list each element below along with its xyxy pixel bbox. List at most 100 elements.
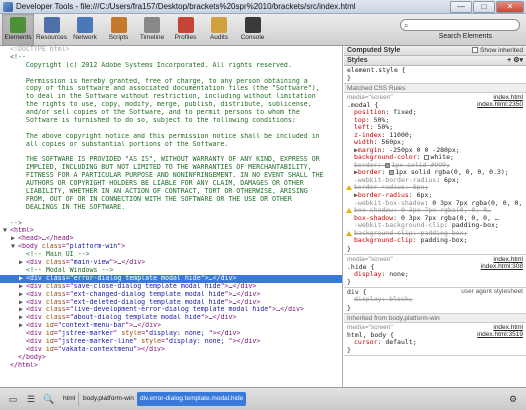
dom-node[interactable]: ▶ <div id="context-menu-bar">…</div> bbox=[0, 322, 342, 330]
tab-audits[interactable]: Audits bbox=[203, 14, 235, 46]
dom-node[interactable]: ▶ <div class="live-development-error-dial… bbox=[0, 306, 342, 314]
breadcrumb-html[interactable]: html bbox=[60, 392, 80, 406]
css-property[interactable]: display: block; bbox=[344, 296, 526, 304]
css-property[interactable]: -webkit-box-shadow: 0 3px 7px rgba(0, 0,… bbox=[344, 200, 526, 208]
dom-node[interactable]: Copyright (c) 2012 Adobe Systems Incorpo… bbox=[0, 62, 342, 70]
dom-node[interactable]: ▶ <div class="ext-changed-dialog template… bbox=[0, 291, 342, 299]
dom-node[interactable]: <!-- Modal Windows --> bbox=[0, 267, 342, 275]
dom-node[interactable]: ▶ <div class="main-view">…</div> bbox=[0, 259, 342, 267]
css-property[interactable]: z-index: 11000; bbox=[344, 132, 526, 140]
dom-node[interactable]: LIABILITY, WHETHER IN AN ACTION OF CONTR… bbox=[0, 188, 342, 196]
dom-node[interactable]: <!DOCTYPE html> bbox=[0, 46, 342, 54]
elements-tree[interactable]: <!DOCTYPE html> <!-- Copyright (c) 2012 A… bbox=[0, 46, 343, 387]
tab-elements[interactable]: Elements bbox=[2, 14, 34, 46]
breadcrumb-selected-div[interactable]: div.error-dialog.template.modal.hide bbox=[137, 392, 247, 406]
minimize-button[interactable]: — bbox=[450, 0, 472, 13]
css-property[interactable]: top: 50%; bbox=[344, 117, 526, 125]
dom-node[interactable]: Permission is hereby granted, free of ch… bbox=[0, 78, 342, 86]
css-property[interactable]: ▶margin: -250px 0 0 -280px; bbox=[344, 147, 526, 155]
dom-node[interactable]: <!-- bbox=[0, 54, 342, 62]
dom-node[interactable]: FROM, OUT OF OR IN CONNECTION WITH THE S… bbox=[0, 196, 342, 204]
css-rule[interactable]: media="screen" index.html .hide {index.htm… bbox=[344, 255, 526, 289]
css-property[interactable]: display: none; bbox=[344, 271, 526, 279]
inspect-element-button[interactable]: 🔍 bbox=[42, 392, 56, 406]
dom-node[interactable] bbox=[0, 70, 342, 78]
dom-node[interactable]: --> bbox=[0, 220, 342, 228]
dom-node[interactable]: ▶ <div class="save-close-dialog template … bbox=[0, 283, 342, 291]
disclosure-triangle-icon[interactable]: ▼ bbox=[3, 227, 10, 235]
dom-node[interactable]: Software is furnished to do so, subject … bbox=[0, 117, 342, 125]
breadcrumb-body[interactable]: body.platform-win bbox=[80, 392, 138, 406]
tab-network[interactable]: Network bbox=[69, 14, 101, 46]
rule-source-link[interactable]: index.html bbox=[493, 324, 523, 331]
color-swatch[interactable] bbox=[385, 162, 391, 168]
css-property[interactable]: background-clip: padding-box; bbox=[344, 237, 526, 245]
dom-node-selected[interactable]: ▶ <div class="error-dialog template modal… bbox=[0, 274, 342, 283]
css-property[interactable]: position: fixed; bbox=[344, 109, 526, 117]
dom-node[interactable]: ▼ <body class="platform-win"> bbox=[0, 243, 342, 251]
rule-line-link[interactable]: index.html:3519 bbox=[477, 331, 523, 339]
disclosure-triangle-icon[interactable]: ▶ bbox=[19, 291, 26, 299]
css-property[interactable]: background-clip: padding-box; bbox=[344, 230, 526, 238]
disclosure-triangle-icon[interactable]: ▼ bbox=[11, 243, 18, 251]
css-property[interactable]: width: 560px; bbox=[344, 139, 526, 147]
dom-node[interactable]: the rights to use, copy, modify, merge, … bbox=[0, 101, 342, 109]
dom-node[interactable]: The above copyright notice and this perm… bbox=[0, 133, 342, 141]
element-style-rule[interactable]: element.style { } bbox=[344, 66, 526, 84]
rule-source-link[interactable]: index.html bbox=[493, 256, 523, 263]
rule-line-link[interactable]: index.html:2350 bbox=[477, 101, 523, 109]
dom-node[interactable]: and/or sell copies of the Software, and … bbox=[0, 109, 342, 117]
styles-header[interactable]: Styles + ⚙▾ bbox=[344, 56, 526, 66]
dom-node[interactable]: AUTHORS OR COPYRIGHT HOLDERS BE LIABLE F… bbox=[0, 180, 342, 188]
settings-gear-icon[interactable]: ⚙ bbox=[506, 392, 520, 406]
disclosure-triangle-icon[interactable]: ▶ bbox=[19, 306, 26, 314]
css-property[interactable]: border-radius: 6px; bbox=[344, 184, 526, 192]
css-property[interactable]: left: 50%; bbox=[344, 124, 526, 132]
css-property[interactable]: ▶border-radius: 6px; bbox=[344, 192, 526, 200]
dom-node[interactable]: all copies or substantial portions of th… bbox=[0, 141, 342, 149]
disclosure-triangle-icon[interactable]: ▶ bbox=[19, 314, 26, 322]
show-inherited-checkbox[interactable]: Show inherited bbox=[472, 46, 523, 56]
dom-node[interactable]: <div id="jstree-marker" style="display: … bbox=[0, 330, 342, 338]
css-property[interactable]: box-shadow: 0 3px 7px rgba(0, 0, 0… bbox=[344, 207, 526, 215]
close-button[interactable]: ✕ bbox=[496, 0, 524, 13]
css-property[interactable]: border: 1px solid #999; bbox=[344, 162, 526, 170]
disclosure-triangle-icon[interactable]: ▶ bbox=[11, 235, 18, 243]
css-rule[interactable]: media="screen" index.html .modal {index.ht… bbox=[344, 93, 526, 255]
rule-source-link[interactable]: index.html bbox=[493, 94, 523, 101]
dom-node[interactable]: <!-- Main UI --> bbox=[0, 251, 342, 259]
disclosure-triangle-icon[interactable]: ▶ bbox=[19, 275, 26, 283]
search-input[interactable]: ⌕ bbox=[400, 19, 520, 31]
css-property[interactable]: -webkit-background-clip: padding-box; bbox=[344, 222, 526, 230]
disclosure-triangle-icon[interactable]: ▶ bbox=[19, 283, 26, 291]
styles-tools-icon[interactable]: + ⚙▾ bbox=[507, 56, 523, 66]
dom-node[interactable] bbox=[0, 125, 342, 133]
css-property[interactable]: -webkit-border-radius: 6px; bbox=[344, 177, 526, 185]
css-rule[interactable]: media="screen" index.html html, body {inde… bbox=[344, 323, 526, 357]
maximize-button[interactable]: □ bbox=[473, 0, 495, 13]
css-property[interactable]: box-shadow: 0 3px 7px rgba(0, 0, 0, … bbox=[344, 215, 526, 223]
dom-node[interactable]: ▼ <html> bbox=[0, 227, 342, 235]
dom-node[interactable]: copy of this software and associated doc… bbox=[0, 85, 342, 93]
dom-node[interactable]: ▶ <div class="about-dialog template modal… bbox=[0, 314, 342, 322]
disclosure-triangle-icon[interactable]: ▶ bbox=[19, 299, 26, 307]
console-toggle-button[interactable]: ☰ bbox=[24, 392, 38, 406]
dom-node[interactable]: ▶ <head>…</head> bbox=[0, 235, 342, 243]
css-property[interactable]: ▶border: 1px solid rgba(0, 0, 0, 0.3); bbox=[344, 169, 526, 177]
dock-toggle-button[interactable]: ▭ bbox=[6, 392, 20, 406]
dom-node[interactable] bbox=[0, 212, 342, 220]
dom-node[interactable]: <div id="jstree-marker-line" style="disp… bbox=[0, 338, 342, 346]
tab-console[interactable]: Console bbox=[237, 14, 269, 46]
dom-node[interactable]: IMPLIED, INCLUDING BUT NOT LIMITED TO TH… bbox=[0, 164, 342, 172]
tab-scripts[interactable]: Scripts bbox=[103, 14, 135, 46]
css-property[interactable]: background-color: white; bbox=[344, 154, 526, 162]
dom-node[interactable]: DEALINGS IN THE SOFTWARE. bbox=[0, 204, 342, 212]
rule-line-link[interactable]: index.html:308 bbox=[481, 263, 523, 271]
color-swatch[interactable] bbox=[424, 155, 430, 161]
disclosure-triangle-icon[interactable]: ▶ bbox=[19, 259, 26, 267]
dom-node[interactable]: </html> bbox=[0, 362, 342, 370]
dom-node[interactable]: to deal in the Software without restrict… bbox=[0, 93, 342, 101]
tab-resources[interactable]: Resources bbox=[36, 14, 68, 46]
dom-node[interactable]: <div id="vakata-contextmenu"></div> bbox=[0, 346, 342, 354]
css-rule[interactable]: div {user agent stylesheet display: block… bbox=[344, 288, 526, 314]
